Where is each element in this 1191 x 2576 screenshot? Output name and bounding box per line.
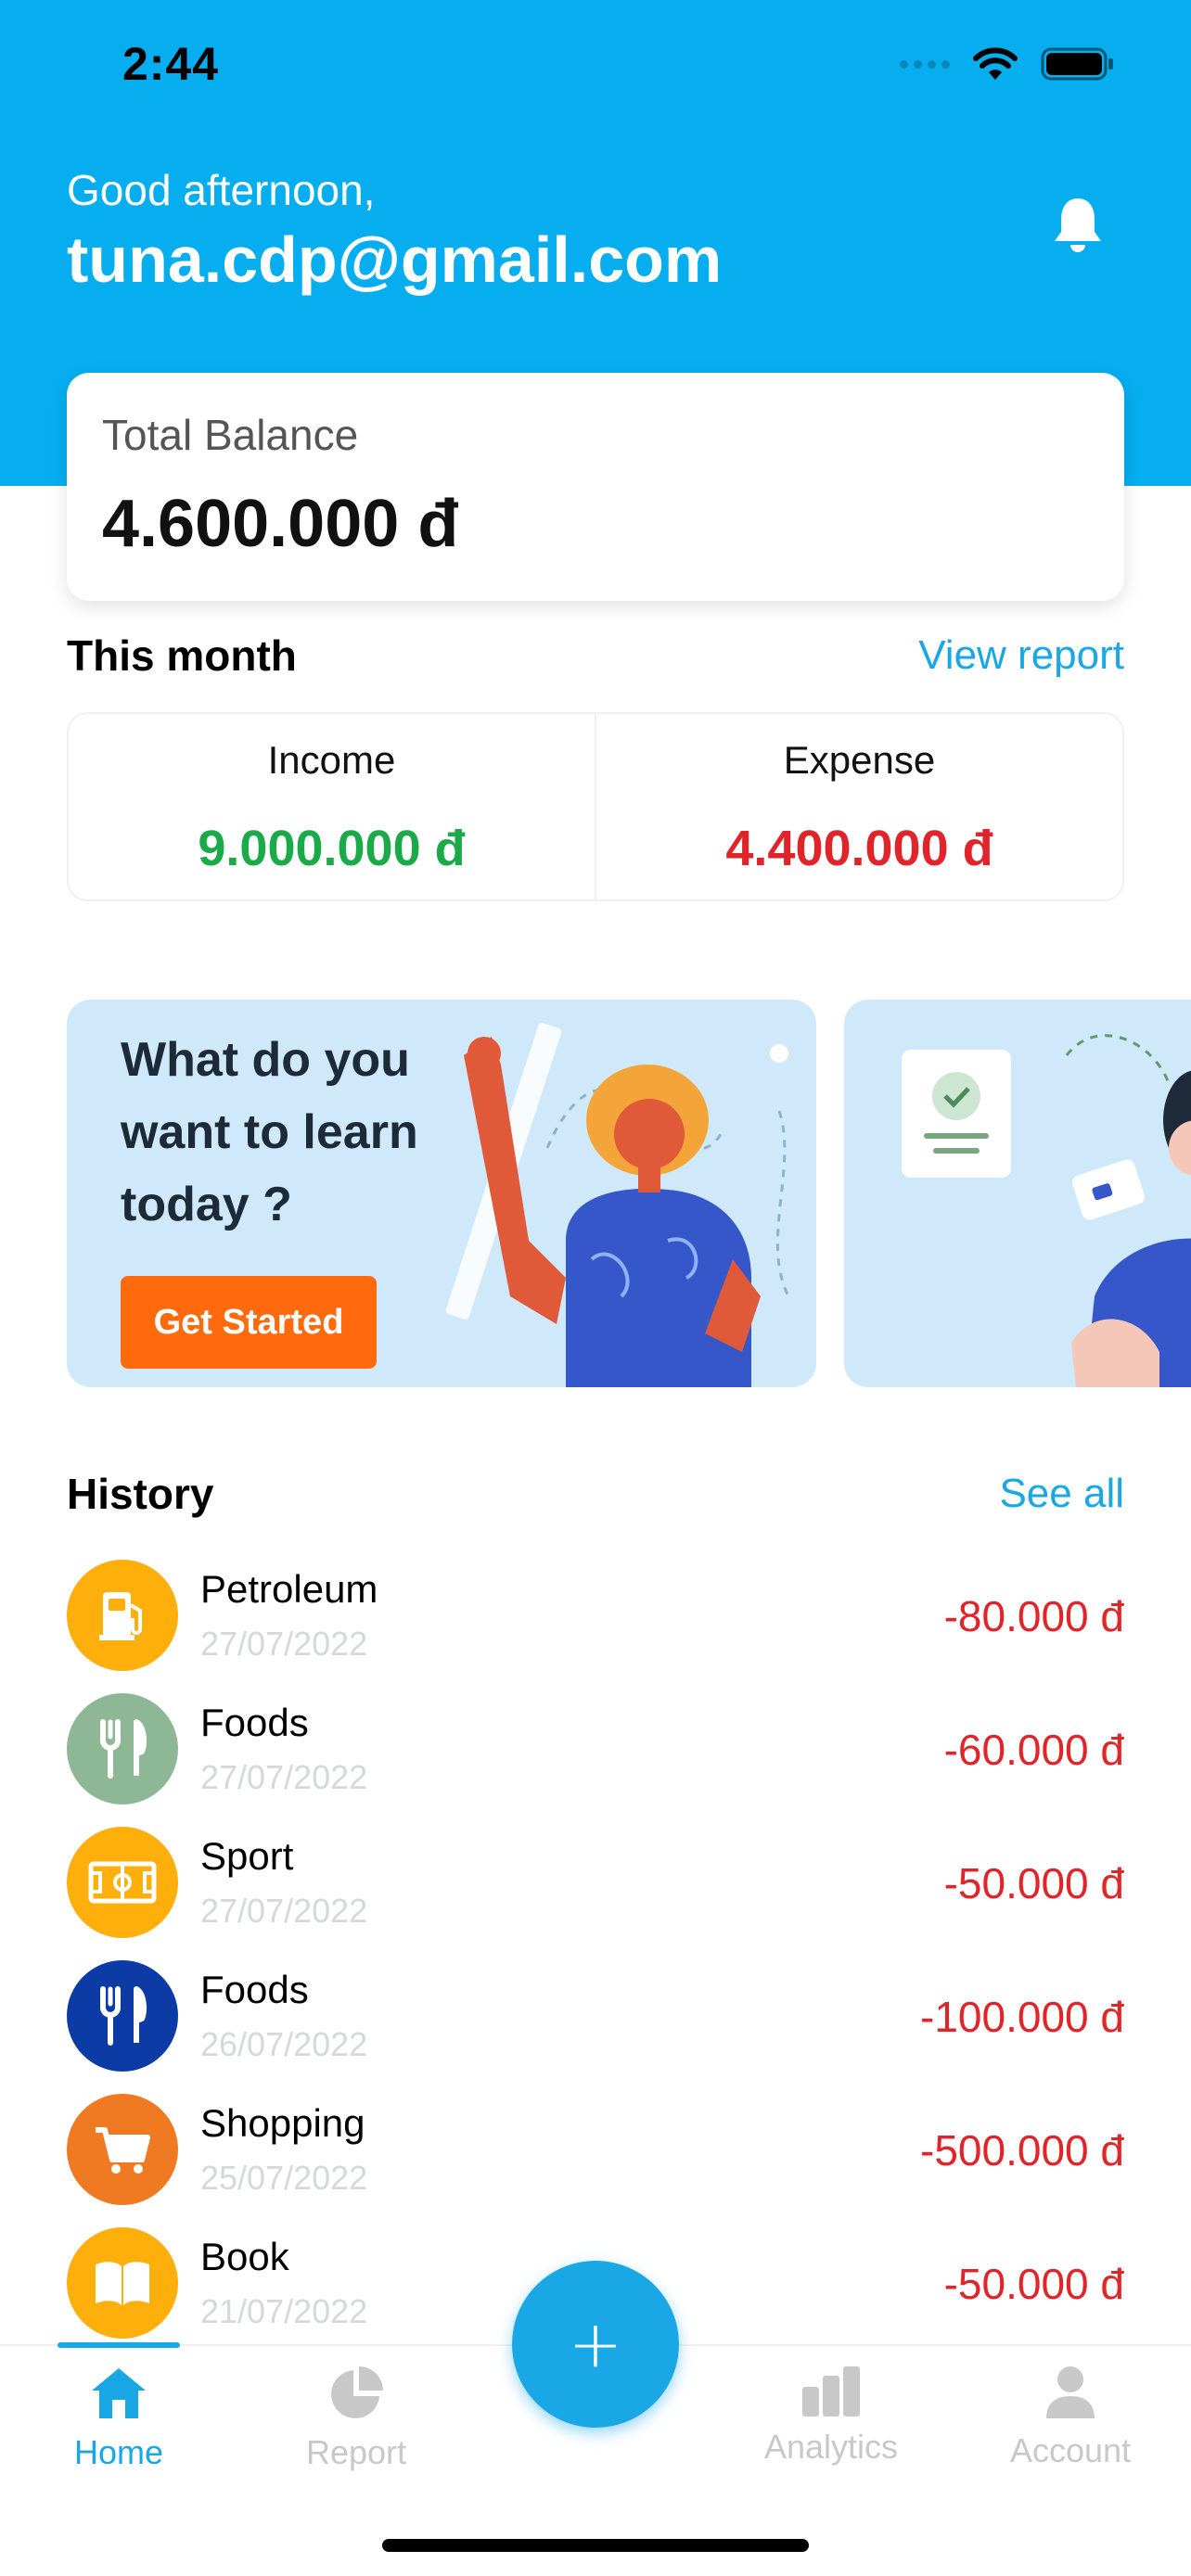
history-item[interactable]: Petroleum 27/07/2022 -80.000 đ (67, 1560, 1124, 1671)
status-bar: 2:44 (0, 0, 1191, 130)
history-title: History (67, 1470, 214, 1518)
bell-icon[interactable] (1050, 195, 1106, 254)
book-icon (67, 2227, 178, 2339)
tab-report[interactable]: Report (254, 2365, 458, 2472)
learn-banner[interactable]: What do you want to learn today ? Get St… (67, 1000, 816, 1387)
this-month-title: This month (67, 631, 297, 680)
history-item-name: Petroleum (200, 1567, 378, 1611)
status-time: 2:44 (122, 38, 220, 90)
history-item-date: 27/07/2022 (200, 1758, 368, 1796)
home-indicator (382, 2539, 809, 2552)
history-item-name: Foods (200, 1701, 309, 1744)
history-item-name: Sport (200, 1834, 294, 1878)
cart-icon (67, 2094, 178, 2205)
history-item-amount: -50.000 đ (943, 1859, 1124, 1907)
promo-banner-2[interactable] (844, 1000, 1191, 1387)
total-balance-card: Total Balance 4.600.000 đ (67, 373, 1124, 601)
income-label: Income (267, 738, 396, 782)
bar-chart-icon (802, 2366, 860, 2417)
history-item-amount: -60.000 đ (943, 1726, 1124, 1774)
fork-knife-icon (67, 1960, 178, 2072)
wifi-icon (973, 47, 1018, 80)
tab-analytics[interactable]: Analytics (729, 2365, 933, 2467)
expense-summary: Expense 4.400.000 đ (595, 714, 1122, 899)
income-value: 9.000.000 đ (198, 821, 466, 876)
tab-account[interactable]: Account (968, 2365, 1172, 2470)
fork-knife-icon (67, 1693, 178, 1804)
history-item[interactable]: Foods 26/07/2022 -100.000 đ (67, 1960, 1124, 2072)
income-summary: Income 9.000.000 đ (69, 714, 595, 899)
user-icon (1046, 2366, 1095, 2418)
tab-label: Account (1009, 2431, 1132, 2469)
see-all-link[interactable]: See all (999, 1471, 1124, 1517)
battery-icon (1041, 47, 1113, 81)
get-started-button[interactable]: Get Started (121, 1276, 377, 1369)
home-icon (92, 2368, 146, 2418)
expense-value: 4.400.000 đ (725, 821, 993, 876)
status-icons (900, 46, 1115, 82)
balance-value: 4.600.000 đ (102, 487, 459, 561)
history-item-date: 27/07/2022 (200, 1892, 368, 1930)
tab-label: Analytics (763, 2428, 899, 2466)
history-item-name: Shopping (200, 2101, 365, 2145)
history-item-date: 21/07/2022 (200, 2292, 368, 2330)
cellular-signal-icon (900, 59, 950, 69)
balance-label: Total Balance (102, 411, 359, 459)
tab-label: Home (73, 2433, 164, 2471)
history-item-name: Book (200, 2235, 289, 2278)
history-item-date: 26/07/2022 (200, 2025, 368, 2063)
history-item-amount: -500.000 đ (920, 2126, 1124, 2174)
active-tab-indicator (58, 2342, 180, 2348)
history-item[interactable]: Sport 27/07/2022 -50.000 đ (67, 1827, 1124, 1938)
history-item-date: 25/07/2022 (200, 2159, 368, 2197)
month-summary: Income 9.000.000 đ Expense 4.400.000 đ (67, 712, 1124, 901)
tab-label: Report (305, 2433, 407, 2471)
history-item-amount: -80.000 đ (943, 1592, 1124, 1640)
view-report-link[interactable]: View report (918, 632, 1124, 679)
greeting-text: Good afternoon, (67, 166, 376, 214)
history-item-amount: -50.000 đ (943, 2260, 1124, 2308)
history-item-date: 27/07/2022 (200, 1625, 368, 1663)
sport-field-icon (67, 1827, 178, 1938)
gas-pump-icon (67, 1560, 178, 1671)
history-item-name: Foods (200, 1968, 309, 2011)
history-item-amount: -100.000 đ (920, 1993, 1124, 2041)
learning-illustration (445, 1023, 790, 1387)
expense-label: Expense (783, 738, 936, 782)
history-item[interactable]: Foods 27/07/2022 -60.000 đ (67, 1693, 1124, 1804)
pie-chart-icon (331, 2366, 383, 2418)
user-email: tuna.cdp@gmail.com (67, 223, 723, 296)
add-transaction-button[interactable]: + (512, 2261, 679, 2428)
tab-home[interactable]: Home (17, 2365, 221, 2472)
history-item[interactable]: Shopping 25/07/2022 -500.000 đ (67, 2094, 1124, 2205)
promo-illustration (902, 1034, 1191, 1387)
